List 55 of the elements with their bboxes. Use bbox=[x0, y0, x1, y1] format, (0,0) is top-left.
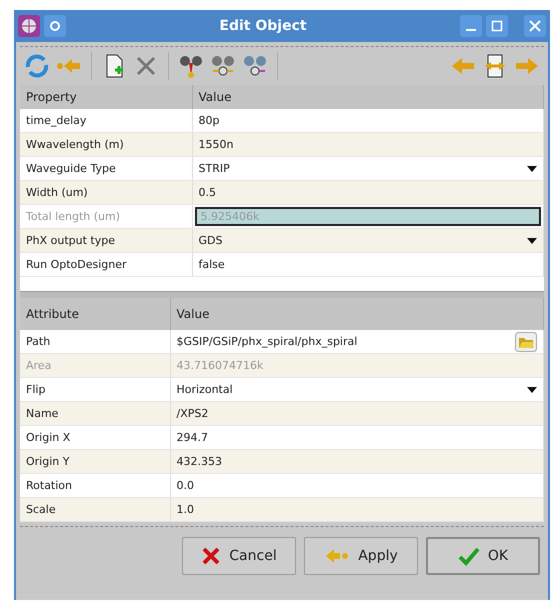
property-label: Wwavelength (m) bbox=[26, 138, 124, 151]
menu-button[interactable] bbox=[44, 15, 66, 37]
cell-value[interactable]: 432.353 bbox=[176, 455, 222, 468]
cancel-button[interactable]: Cancel bbox=[182, 537, 296, 575]
dropdown-arrow-icon[interactable] bbox=[527, 238, 537, 244]
column-header: Attribute bbox=[20, 298, 170, 330]
dropdown-arrow-icon[interactable] bbox=[527, 386, 537, 392]
property-label: Origin X bbox=[26, 431, 70, 444]
cell-value[interactable]: 80p bbox=[198, 114, 220, 127]
cell-value[interactable]: Horizontal bbox=[176, 383, 233, 396]
property-label: Total length (um) bbox=[26, 210, 120, 223]
column-header: Property bbox=[20, 85, 192, 109]
close-icon bbox=[529, 20, 541, 32]
property-label: Waveguide Type bbox=[26, 162, 116, 175]
cell-value[interactable]: GDS bbox=[198, 234, 222, 247]
cell-value[interactable]: 1.0 bbox=[176, 503, 194, 516]
property-label: Name bbox=[26, 407, 58, 420]
cell-value[interactable]: STRIP bbox=[198, 162, 230, 175]
minimize-icon bbox=[466, 29, 476, 31]
property-label: Origin Y bbox=[26, 455, 70, 468]
folder-icon[interactable] bbox=[515, 332, 537, 352]
cell-value[interactable]: /XPS2 bbox=[176, 407, 208, 420]
apply-button[interactable]: Apply bbox=[304, 537, 418, 575]
cell-value[interactable]: 0.0 bbox=[176, 479, 194, 492]
circle-icon bbox=[49, 20, 61, 32]
arrow-dot-icon bbox=[324, 547, 350, 565]
minimize-button[interactable] bbox=[460, 15, 482, 37]
close-icon bbox=[201, 546, 222, 566]
column-header: Value bbox=[192, 85, 544, 109]
cell-value[interactable]: 1550n bbox=[198, 138, 234, 151]
ok-button[interactable]: OK bbox=[426, 537, 540, 575]
property-label: Scale bbox=[26, 503, 56, 516]
property-label: Run OptoDesigner bbox=[26, 258, 127, 271]
property-label: Area bbox=[26, 359, 52, 372]
splitter-handle[interactable] bbox=[20, 291, 544, 298]
property-label: Path bbox=[26, 335, 50, 348]
property-label: PhX output type bbox=[26, 234, 115, 247]
window-title: Edit Object bbox=[218, 18, 308, 34]
dropdown-arrow-icon[interactable] bbox=[527, 166, 537, 172]
cell-value[interactable]: 0.5 bbox=[198, 186, 216, 199]
maximize-button[interactable] bbox=[486, 15, 508, 37]
cell-value[interactable]: false bbox=[198, 258, 225, 271]
property-label: time_delay bbox=[26, 114, 86, 127]
close-button[interactable] bbox=[524, 15, 546, 37]
refresh-icon[interactable] bbox=[24, 53, 50, 79]
property-label: Flip bbox=[26, 383, 46, 396]
globe-icon[interactable] bbox=[18, 15, 40, 37]
cell-value[interactable]: $GSIP/GSiP/phx_spiral/phx_spiral bbox=[176, 335, 358, 348]
property-label: Rotation bbox=[26, 479, 72, 492]
property-label: Width (um) bbox=[26, 186, 88, 199]
binoculars-icon[interactable] bbox=[178, 53, 204, 79]
column-header: Value bbox=[170, 298, 544, 330]
checkmark-icon bbox=[458, 546, 480, 566]
cell-value[interactable]: 294.7 bbox=[176, 431, 208, 444]
maximize-icon bbox=[491, 20, 503, 32]
